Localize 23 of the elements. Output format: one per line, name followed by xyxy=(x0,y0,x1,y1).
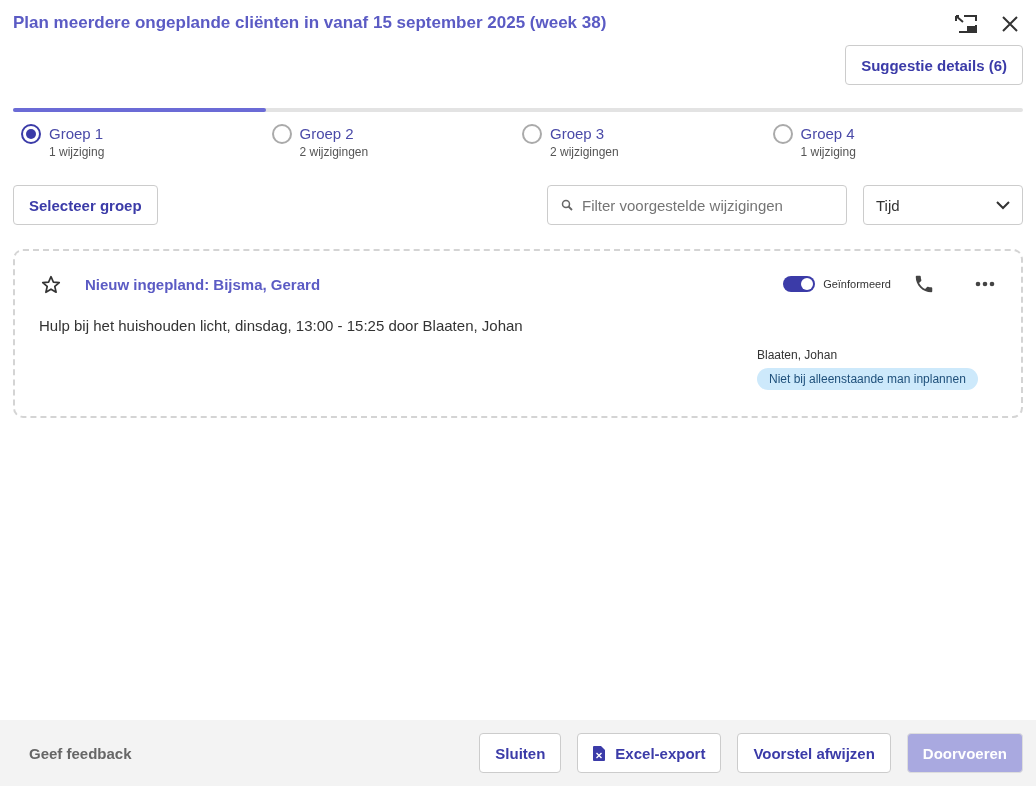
footer-button[interactable]: Voorstel afwijzen xyxy=(737,733,891,773)
employee-name: Blaaten, Johan xyxy=(757,348,838,362)
spreadsheet-file-icon xyxy=(593,745,606,761)
dialog-title: Plan meerdere ongeplande cliënten in vanaf 15 september 2025 (week 38) xyxy=(13,13,607,33)
filter-field[interactable]: Filter voorgestelde wijzigingen xyxy=(547,185,847,225)
footer-button[interactable]: Excel-export xyxy=(577,733,722,773)
search-icon xyxy=(561,199,573,211)
group-option[interactable]: Groep 4 1 wijziging xyxy=(772,124,1023,159)
change-title: Nieuw ingepland: Bijsma, Gerard xyxy=(85,275,321,293)
footer-button[interactable]: Sluiten xyxy=(479,733,562,773)
suggestion-details-button[interactable]: Suggestie details (6) xyxy=(845,45,1023,85)
minimize-icon[interactable] xyxy=(953,13,979,35)
more-icon[interactable] xyxy=(973,279,997,289)
group-option[interactable]: Groep 2 2 wijzigingen xyxy=(271,124,522,159)
change-description: Hulp bij het huishouden licht, dinsdag, 13:00 - 15:25 door Blaaten, Johan xyxy=(39,317,524,334)
informed-toggle[interactable]: Geïnformeerd xyxy=(783,276,891,292)
feedback-link[interactable]: Geef feedback xyxy=(29,744,132,762)
select-group-button[interactable]: Selecteer groep xyxy=(13,185,158,225)
group-option[interactable]: Groep 3 2 wijzigingen xyxy=(522,124,773,159)
chevron-down-icon xyxy=(996,200,1010,210)
constraint-tag: Niet bij alleenstaande man inplannen xyxy=(757,368,978,390)
group-option[interactable]: Groep 1 1 wijziging xyxy=(21,124,272,159)
sort-dropdown[interactable]: Tijd xyxy=(863,185,1023,225)
